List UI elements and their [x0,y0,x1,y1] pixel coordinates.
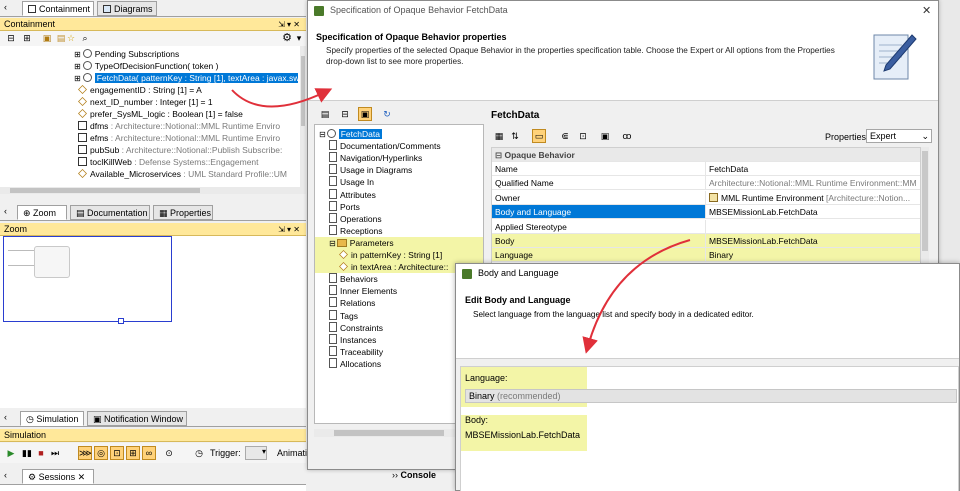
arrow-to-dialog [582,239,691,354]
annotation-arrows [231,88,691,354]
arrow-to-spec [231,88,333,108]
